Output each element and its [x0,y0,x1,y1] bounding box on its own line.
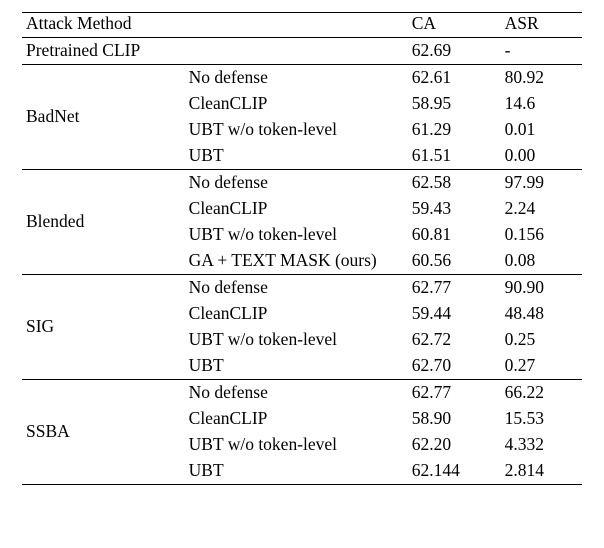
defense-method: No defense [185,379,408,406]
asr-value: 15.53 [501,406,582,432]
defense-method: UBT [185,458,408,485]
defense-method: CleanCLIP [185,196,408,222]
asr-value: 66.22 [501,379,582,406]
asr-value: 97.99 [501,169,582,196]
ca-value: 62.20 [408,432,501,458]
ca-value: 62.77 [408,274,501,301]
defense-method: CleanCLIP [185,406,408,432]
table-row: BadNetNo defense62.6180.92 [22,64,582,91]
table-row: BlendedNo defense62.5897.99 [22,169,582,196]
asr-value: 0.27 [501,353,582,380]
defense-method: UBT [185,143,408,170]
asr-value: 0.156 [501,222,582,248]
defense-method: No defense [185,64,408,91]
table-row: SIGNo defense62.7790.90 [22,274,582,301]
asr-value: 4.332 [501,432,582,458]
ca-value: 59.44 [408,301,501,327]
header-ca: CA [408,13,501,38]
ca-value: 58.95 [408,91,501,117]
asr-value: - [501,37,582,64]
asr-value: 48.48 [501,301,582,327]
attack-method: BadNet [22,64,185,169]
header-asr: ASR [501,13,582,38]
pretrained-label: Pretrained CLIP [22,37,408,64]
ca-value: 61.29 [408,117,501,143]
asr-value: 90.90 [501,274,582,301]
asr-value: 14.6 [501,91,582,117]
defense-method: UBT w/o token-level [185,327,408,353]
ca-value: 62.70 [408,353,501,380]
defense-method: No defense [185,169,408,196]
asr-value: 0.01 [501,117,582,143]
asr-value: 2.814 [501,458,582,485]
ca-value: 62.61 [408,64,501,91]
header-attack: Attack Method [22,13,408,38]
defense-method: CleanCLIP [185,301,408,327]
defense-method: UBT [185,353,408,380]
defense-method: CleanCLIP [185,91,408,117]
attack-method: SIG [22,274,185,379]
asr-value: 0.08 [501,248,582,275]
table-row: Pretrained CLIP62.69- [22,37,582,64]
defense-method: UBT w/o token-level [185,222,408,248]
asr-value: 80.92 [501,64,582,91]
header-row: Attack Method CA ASR [22,13,582,38]
ca-value: 62.58 [408,169,501,196]
ca-value: 62.144 [408,458,501,485]
defense-method: No defense [185,274,408,301]
defense-method: GA + TEXT MASK (ours) [185,248,408,275]
asr-value: 0.25 [501,327,582,353]
attack-method: SSBA [22,379,185,484]
ca-value: 58.90 [408,406,501,432]
ca-value: 60.56 [408,248,501,275]
ca-value: 60.81 [408,222,501,248]
ca-value: 62.69 [408,37,501,64]
ca-value: 59.43 [408,196,501,222]
table-row: SSBANo defense62.7766.22 [22,379,582,406]
results-table: Attack Method CA ASR Pretrained CLIP62.6… [22,12,582,485]
asr-value: 0.00 [501,143,582,170]
defense-method: UBT w/o token-level [185,432,408,458]
defense-method: UBT w/o token-level [185,117,408,143]
ca-value: 62.72 [408,327,501,353]
ca-value: 62.77 [408,379,501,406]
attack-method: Blended [22,169,185,274]
ca-value: 61.51 [408,143,501,170]
asr-value: 2.24 [501,196,582,222]
